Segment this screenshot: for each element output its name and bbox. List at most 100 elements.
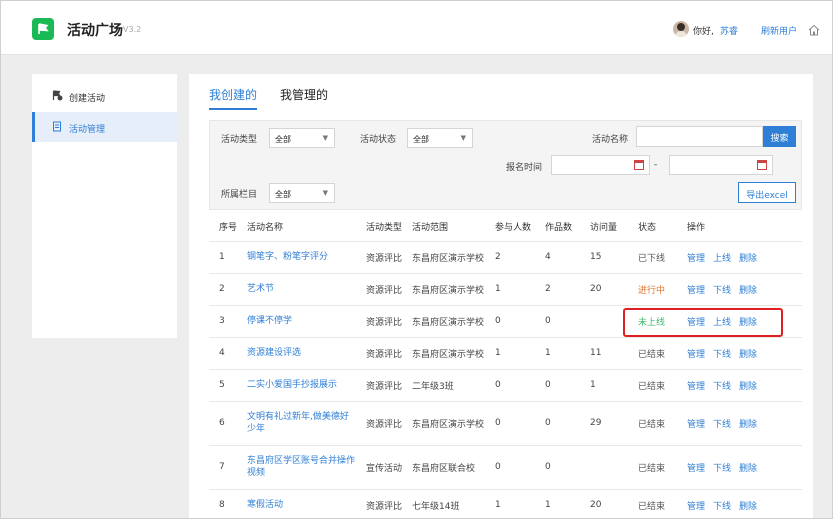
delete-link[interactable]: 删除	[739, 420, 757, 430]
cell-scope-text: 东昌府区演示学校	[412, 253, 485, 264]
activity-name-link[interactable]: 文明有礼过新年,做美德好少年	[247, 411, 357, 435]
cell-no: 6	[209, 401, 247, 446]
offline-link[interactable]: 下线	[713, 420, 731, 430]
cell-no-text: 2	[219, 284, 225, 294]
cell-actions: 管理 下线 删除	[687, 369, 802, 402]
cell-works-text: 0	[545, 316, 551, 326]
calendar-icon[interactable]	[634, 160, 644, 170]
offline-link[interactable]: 下线	[713, 382, 731, 392]
activity-name-link[interactable]: 资源建设评选	[247, 347, 357, 359]
manage-link[interactable]: 管理	[687, 420, 705, 430]
cell-type: 资源评比	[366, 489, 412, 518]
filter-panel: 活动类型 全部 ▼ 活动状态 全部 ▼ 活动名称 搜索 报名时间 - 所属栏目 …	[209, 120, 802, 210]
create-activity-icon	[52, 90, 63, 101]
delete-link[interactable]: 删除	[739, 382, 757, 392]
cell-type-text: 资源评比	[366, 253, 403, 264]
table-row: 7 东昌府区学区账号合并操作视频 宣传活动 东昌府区联合校 0 0 已结束 管理 下线 删除	[209, 445, 802, 490]
col-header-name: 活动名称	[247, 213, 366, 242]
cell-visits-text: 11	[590, 348, 602, 358]
cell-works: 0	[545, 445, 590, 490]
cell-participants-text: 0	[495, 462, 501, 472]
avatar[interactable]	[673, 21, 689, 37]
activity-name-link[interactable]: 东昌府区学区账号合并操作视频	[247, 455, 357, 479]
manage-link[interactable]: 管理	[687, 464, 705, 474]
start-date-input[interactable]	[551, 155, 650, 175]
table-row: 4 资源建设评选 资源评比 东昌府区演示学校 1 1 11 已结束 管理 下线 删除	[209, 337, 802, 370]
activity-name-input[interactable]	[636, 126, 763, 147]
activity-name-label: 活动名称	[592, 135, 629, 145]
cell-works-text: 0	[545, 418, 551, 428]
cell-scope-text: 东昌府区演示学校	[412, 317, 485, 328]
cell-participants-text: 0	[495, 316, 501, 326]
col-header-status: 状态	[638, 213, 687, 242]
home-icon[interactable]	[807, 23, 821, 37]
cell-actions: 管理 上线 删除	[687, 241, 802, 274]
cell-participants-text: 1	[495, 348, 501, 358]
tab-my-managed[interactable]: 我管理的	[280, 86, 328, 110]
cell-participants-text: 2	[495, 252, 501, 262]
cell-no-text: 7	[219, 462, 225, 472]
delete-link[interactable]: 删除	[739, 350, 757, 360]
offline-link[interactable]: 下线	[713, 350, 731, 360]
delete-link[interactable]: 删除	[739, 254, 757, 264]
cell-works: 4	[545, 241, 590, 274]
col-header-works: 作品数	[545, 213, 590, 242]
export-excel-button[interactable]: 导出excel	[738, 182, 796, 203]
refresh-user-link[interactable]: 刷新用户	[761, 24, 797, 37]
activity-name-link[interactable]: 寒假活动	[247, 499, 357, 511]
manage-link[interactable]: 管理	[687, 254, 705, 264]
cell-visits: 29	[590, 401, 638, 446]
signup-time-label: 报名时间	[506, 163, 543, 173]
sidebar-item-manage-activity[interactable]: 活动管理	[32, 112, 177, 142]
manage-link[interactable]: 管理	[687, 286, 705, 296]
offline-link[interactable]: 下线	[713, 464, 731, 474]
manage-activity-icon	[53, 121, 61, 132]
cell-participants: 1	[495, 337, 545, 370]
cell-name: 文明有礼过新年,做美德好少年	[247, 401, 366, 446]
col-header-no: 序号	[209, 213, 247, 242]
cell-name: 艺术节	[247, 273, 366, 306]
delete-link[interactable]: 删除	[739, 286, 757, 296]
calendar-icon[interactable]	[757, 160, 767, 170]
cell-no: 1	[209, 241, 247, 274]
cell-participants-text: 1	[495, 500, 501, 510]
tab-my-created[interactable]: 我创建的	[209, 86, 258, 110]
col-header-participants: 参与人数	[495, 213, 545, 242]
activity-name-link[interactable]: 艺术节	[247, 283, 357, 295]
activity-status-select[interactable]: 全部 ▼	[407, 128, 473, 148]
cell-visits: 20	[590, 489, 638, 518]
activity-type-select[interactable]: 全部 ▼	[269, 128, 335, 148]
col-header-visits: 访问量	[590, 213, 638, 242]
sidebar-item-create-activity[interactable]: 创建活动	[32, 81, 177, 111]
username-link[interactable]: 苏睿	[720, 24, 738, 37]
cell-visits-text: 29	[590, 418, 602, 428]
cell-status: 已结束	[638, 369, 687, 402]
online-link[interactable]: 上线	[713, 254, 731, 264]
manage-link[interactable]: 管理	[687, 382, 705, 392]
cell-no: 5	[209, 369, 247, 402]
highlight-box	[623, 308, 783, 337]
cell-scope: 东昌府区演示学校	[412, 305, 495, 338]
cell-works-text: 2	[545, 284, 551, 294]
cell-type-text: 资源评比	[366, 419, 403, 430]
delete-link[interactable]: 删除	[739, 464, 757, 474]
offline-link[interactable]: 下线	[713, 286, 731, 296]
select-value: 全部	[275, 135, 291, 144]
activity-name-link[interactable]: 钢笔字、粉笔字评分	[247, 251, 357, 263]
offline-link[interactable]: 下线	[713, 502, 731, 512]
end-date-input[interactable]	[669, 155, 773, 175]
manage-link[interactable]: 管理	[687, 350, 705, 360]
column-select[interactable]: 全部 ▼	[269, 183, 335, 203]
search-button[interactable]: 搜索	[763, 126, 796, 147]
cell-scope: 东昌府区演示学校	[412, 337, 495, 370]
manage-link[interactable]: 管理	[687, 502, 705, 512]
delete-link[interactable]: 删除	[739, 502, 757, 512]
app-title: 活动广场	[67, 23, 123, 39]
activity-name-link[interactable]: 停课不停学	[247, 315, 357, 327]
activity-name-link[interactable]: 二实小爱国手抄报展示	[247, 379, 357, 391]
cell-status: 已结束	[638, 445, 687, 490]
cell-actions: 管理 下线 删除	[687, 489, 802, 518]
main-panel: 我创建的 我管理的 活动类型 全部 ▼ 活动状态 全部 ▼ 活动名称 搜索 报名…	[189, 74, 813, 518]
cell-no-text: 3	[219, 316, 225, 326]
cell-no-text: 5	[219, 380, 225, 390]
